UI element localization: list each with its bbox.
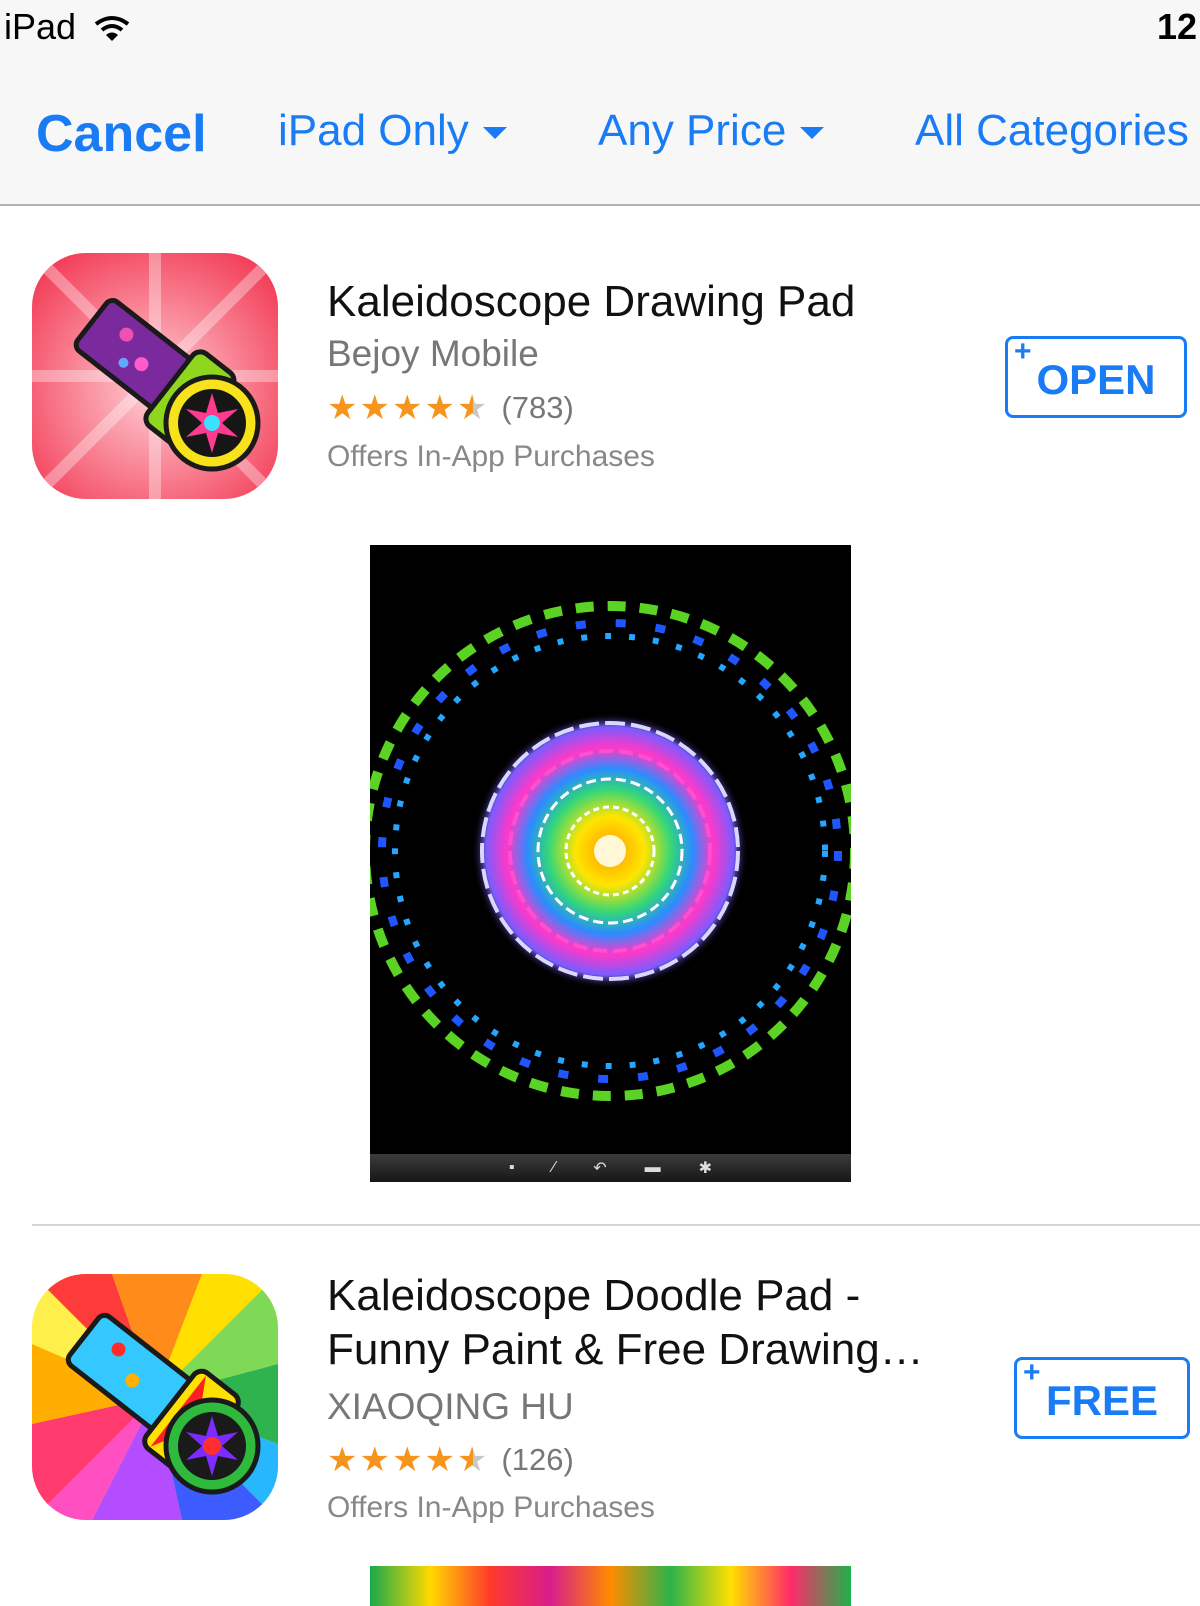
cancel-button[interactable]: Cancel xyxy=(36,104,207,164)
chevron-down-icon xyxy=(482,127,507,139)
chevron-down-icon xyxy=(800,127,825,139)
app-screenshot[interactable]: ▪ ⁄ ↶ ▬ ✱ xyxy=(370,545,851,1182)
eraser-icon: ▬ xyxy=(644,1159,661,1176)
free-button[interactable]: + FREE xyxy=(1014,1356,1190,1439)
star-rating-icon: ★★★★★ xyxy=(327,389,490,427)
plus-icon: + xyxy=(1023,1356,1041,1389)
app-title[interactable]: Kaleidoscope Drawing Pad xyxy=(327,275,855,329)
app-rating: ★★★★★ (126) xyxy=(327,1440,574,1480)
rating-count: (126) xyxy=(501,1442,574,1477)
filter-category[interactable]: All Categories xyxy=(915,106,1189,156)
page-icon: ▪ xyxy=(508,1159,515,1176)
app-developer[interactable]: Bejoy Mobile xyxy=(327,333,539,375)
device-label: iPad xyxy=(4,6,77,47)
app-rating: ★★★★★ (783) xyxy=(327,388,574,428)
wifi-icon xyxy=(94,16,130,41)
in-app-purchase-note: Offers In-App Purchases xyxy=(327,1491,655,1524)
app-title-line1[interactable]: Kaleidoscope Doodle Pad - xyxy=(327,1269,860,1323)
app-title-line2[interactable]: Funny Paint & Free Drawing… xyxy=(327,1323,924,1377)
filter-bar: Cancel iPad Only Any Price All Categorie… xyxy=(0,60,1200,206)
open-button-label: OPEN xyxy=(1036,356,1156,403)
kaleidoscope-rainbow-icon[interactable] xyxy=(32,1274,278,1520)
screenshot-toolbar: ▪ ⁄ ↶ ▬ ✱ xyxy=(370,1154,851,1182)
filter-device-label: iPad Only xyxy=(278,106,469,155)
filter-category-label: All Categories xyxy=(915,106,1189,155)
open-button[interactable]: + OPEN xyxy=(1005,335,1187,418)
filter-device[interactable]: iPad Only xyxy=(278,106,507,156)
free-button-label: FREE xyxy=(1045,1377,1158,1424)
filter-price[interactable]: Any Price xyxy=(598,106,825,156)
plus-icon: + xyxy=(1014,335,1032,368)
star-rating-icon: ★★★★★ xyxy=(327,1441,490,1479)
undo-icon: ↶ xyxy=(593,1160,607,1177)
brush-icon: ⁄ xyxy=(552,1159,556,1176)
app-screenshot[interactable] xyxy=(370,1566,851,1606)
kaleidoscope-purple-icon[interactable] xyxy=(32,253,278,499)
in-app-purchase-note: Offers In-App Purchases xyxy=(327,440,655,473)
filter-price-label: Any Price xyxy=(598,106,787,155)
status-bar: iPad 12: xyxy=(0,0,1200,60)
rating-count: (783) xyxy=(501,390,574,425)
settings-icon: ✱ xyxy=(698,1160,713,1177)
app-developer[interactable]: XIAOQING HU xyxy=(327,1386,574,1428)
divider xyxy=(32,1224,1200,1226)
status-time: 12: xyxy=(1157,6,1200,47)
status-left: iPad xyxy=(4,6,130,48)
